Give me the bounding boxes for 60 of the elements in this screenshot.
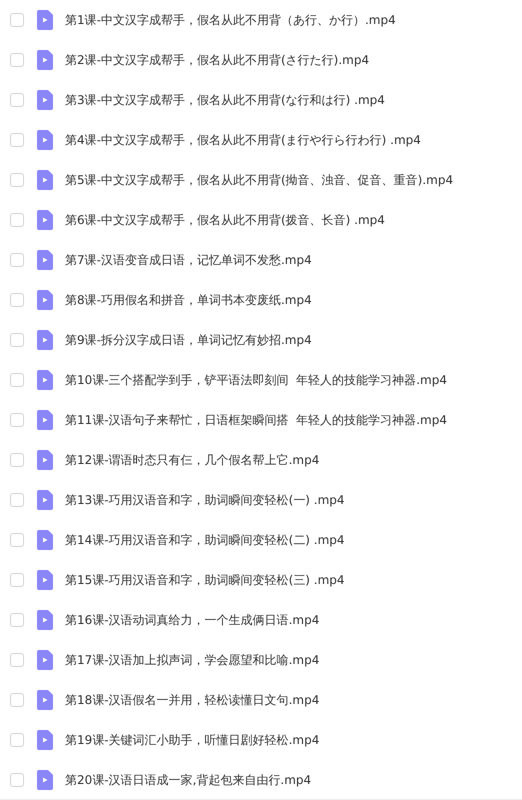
file-name[interactable]: 第12课-谓语时态只有仨，几个假名帮上它.mp4 xyxy=(65,452,320,468)
file-name[interactable]: 第4课-中文汉字成帮手，假名从此不用背(ま行や行ら行わ行) .mp4 xyxy=(65,132,421,148)
file-name[interactable]: 第10课-三个搭配学到手，铲平语法即刻间 年轻人的技能学习神器.mp4 xyxy=(65,372,447,388)
file-name[interactable]: 第15课-巧用汉语音和字，助词瞬间变轻松(三) .mp4 xyxy=(65,572,345,588)
checkbox[interactable] xyxy=(10,213,24,227)
video-file-icon xyxy=(37,90,53,110)
video-file-icon xyxy=(37,290,53,310)
checkbox[interactable] xyxy=(10,253,24,267)
file-name[interactable]: 第20课-汉语日语成一家,背起包来自由行.mp4 xyxy=(65,772,312,788)
checkbox[interactable] xyxy=(10,373,24,387)
video-file-icon xyxy=(37,490,53,510)
video-file-icon xyxy=(37,130,53,150)
video-file-icon xyxy=(37,370,53,390)
video-file-icon xyxy=(37,410,53,430)
file-name[interactable]: 第2课-中文汉字成帮手，假名从此不用背(さ行た行).mp4 xyxy=(65,52,370,68)
video-file-icon xyxy=(37,690,53,710)
checkbox[interactable] xyxy=(10,653,24,667)
video-file-icon xyxy=(37,450,53,470)
video-file-icon xyxy=(37,330,53,350)
video-file-icon xyxy=(37,50,53,70)
file-name[interactable]: 第11课-汉语句子来帮忙，日语框架瞬间搭 年轻人的技能学习神器.mp4 xyxy=(65,412,447,428)
file-name[interactable]: 第1课-中文汉字成帮手，假名从此不用背（あ行、か行）.mp4 xyxy=(65,12,396,28)
file-name[interactable]: 第7课-汉语变音成日语，记忆单词不发愁.mp4 xyxy=(65,252,312,268)
file-name[interactable]: 第5课-中文汉字成帮手，假名从此不用背(拗音、浊音、促音、重音).mp4 xyxy=(65,172,454,188)
file-name[interactable]: 第18课-汉语假名一并用，轻松读懂日文句.mp4 xyxy=(65,692,320,708)
checkbox[interactable] xyxy=(10,533,24,547)
checkbox[interactable] xyxy=(10,13,24,27)
video-file-icon xyxy=(37,650,53,670)
video-file-icon xyxy=(37,730,53,750)
file-name[interactable]: 第6课-中文汉字成帮手，假名从此不用背(拨音、长音) .mp4 xyxy=(65,212,385,228)
checkbox[interactable] xyxy=(10,613,24,627)
video-file-icon xyxy=(37,170,53,190)
file-name[interactable]: 第8课-巧用假名和拼音，单词书本变废纸.mp4 xyxy=(65,292,312,308)
checkbox[interactable] xyxy=(10,53,24,67)
checkbox[interactable] xyxy=(10,693,24,707)
file-name[interactable]: 第3课-中文汉字成帮手，假名从此不用背(な行和は行) .mp4 xyxy=(65,92,385,108)
file-name[interactable]: 第19课-关键词汇小助手，听懂日剧好轻松.mp4 xyxy=(65,732,320,748)
video-file-icon xyxy=(37,530,53,550)
checkbox[interactable] xyxy=(10,93,24,107)
checkbox[interactable] xyxy=(10,573,24,587)
video-file-icon xyxy=(37,210,53,230)
video-file-icon xyxy=(37,10,53,30)
checkbox[interactable] xyxy=(10,333,24,347)
checkbox[interactable] xyxy=(10,173,24,187)
video-file-icon xyxy=(37,570,53,590)
video-file-icon xyxy=(37,770,53,790)
checkbox[interactable] xyxy=(10,413,24,427)
file-name[interactable]: 第16课-汉语动词真给力，一个生成俩日语.mp4 xyxy=(65,612,320,628)
checkbox[interactable] xyxy=(10,733,24,747)
checkbox[interactable] xyxy=(10,133,24,147)
video-file-icon xyxy=(37,610,53,630)
checkbox[interactable] xyxy=(10,293,24,307)
file-name[interactable]: 第13课-巧用汉语音和字，助词瞬间变轻松(一) .mp4 xyxy=(65,492,345,508)
checkbox[interactable] xyxy=(10,772,24,786)
file-name[interactable]: 第17课-汉语加上拟声词，学会愿望和比喻.mp4 xyxy=(65,652,320,668)
file-name[interactable]: 第9课-拆分汉字成日语，单词记忆有妙招.mp4 xyxy=(65,332,312,348)
checkbox[interactable] xyxy=(10,493,24,507)
checkbox[interactable] xyxy=(10,453,24,467)
video-file-icon xyxy=(37,250,53,270)
file-name[interactable]: 第14课-巧用汉语音和字，助词瞬间变轻松(二) .mp4 xyxy=(65,532,345,548)
